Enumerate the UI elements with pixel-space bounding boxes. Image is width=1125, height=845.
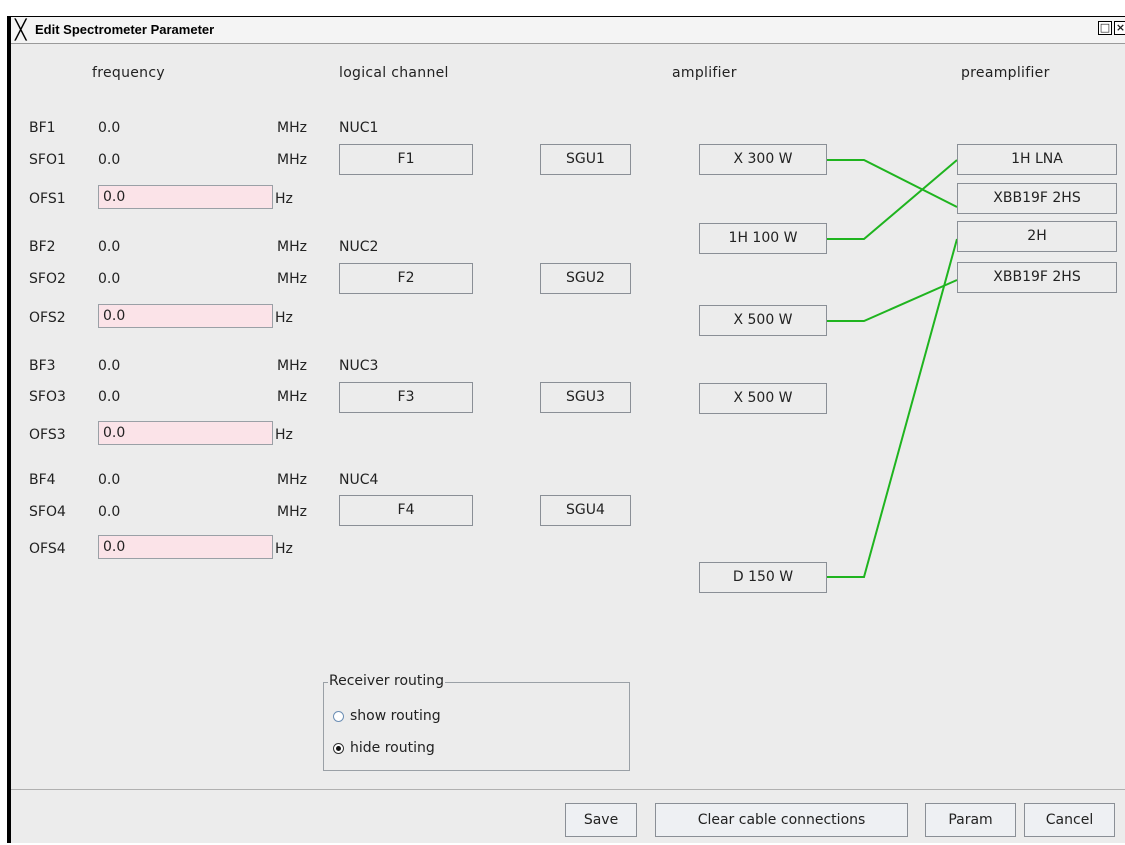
cable-connections <box>827 159 958 578</box>
preamplifier-1h-lna[interactable]: 1H LNA <box>957 144 1117 175</box>
preamplifier-xbb19f-2hs-2[interactable]: XBB19F 2HS <box>957 262 1117 293</box>
cable-d150-to-2h[interactable] <box>827 238 958 578</box>
clear-cable-connections-button[interactable]: Clear cable connections <box>655 803 908 837</box>
amplifier-x-500w-2[interactable]: X 500 W <box>699 383 827 414</box>
receiver-routing-group: Receiver routing show routing hide routi… <box>323 673 630 771</box>
cable-x300-to-xbb19f-1[interactable] <box>827 159 958 208</box>
receiver-routing-title: Receiver routing <box>328 673 446 689</box>
hide-routing-radio[interactable] <box>333 742 344 754</box>
cable-1h100-to-1h-lna[interactable] <box>827 159 958 240</box>
amplifier-1h-100w[interactable]: 1H 100 W <box>699 223 827 254</box>
show-routing-label[interactable]: show routing <box>350 708 441 724</box>
hide-routing-label[interactable]: hide routing <box>350 740 435 756</box>
show-routing-radio[interactable] <box>333 710 344 722</box>
amplifier-x-500w-1[interactable]: X 500 W <box>699 305 827 336</box>
save-button[interactable]: Save <box>565 803 637 837</box>
hide-routing-option[interactable]: hide routing <box>333 740 435 756</box>
cancel-button[interactable]: Cancel <box>1024 803 1115 837</box>
param-button[interactable]: Param <box>925 803 1016 837</box>
preamplifier-2h[interactable]: 2H <box>957 221 1117 252</box>
cable-x500-to-xbb19f-2[interactable] <box>827 279 958 322</box>
show-routing-option[interactable]: show routing <box>333 708 441 724</box>
amplifier-x-300w[interactable]: X 300 W <box>699 144 827 175</box>
preamplifier-xbb19f-2hs-1[interactable]: XBB19F 2HS <box>957 183 1117 214</box>
edit-spectrometer-window: ╳ Edit Spectrometer Parameter □ × freque… <box>7 16 1125 843</box>
amplifier-d-150w[interactable]: D 150 W <box>699 562 827 593</box>
button-bar: Save Clear cable connections Param Cance… <box>11 789 1125 845</box>
